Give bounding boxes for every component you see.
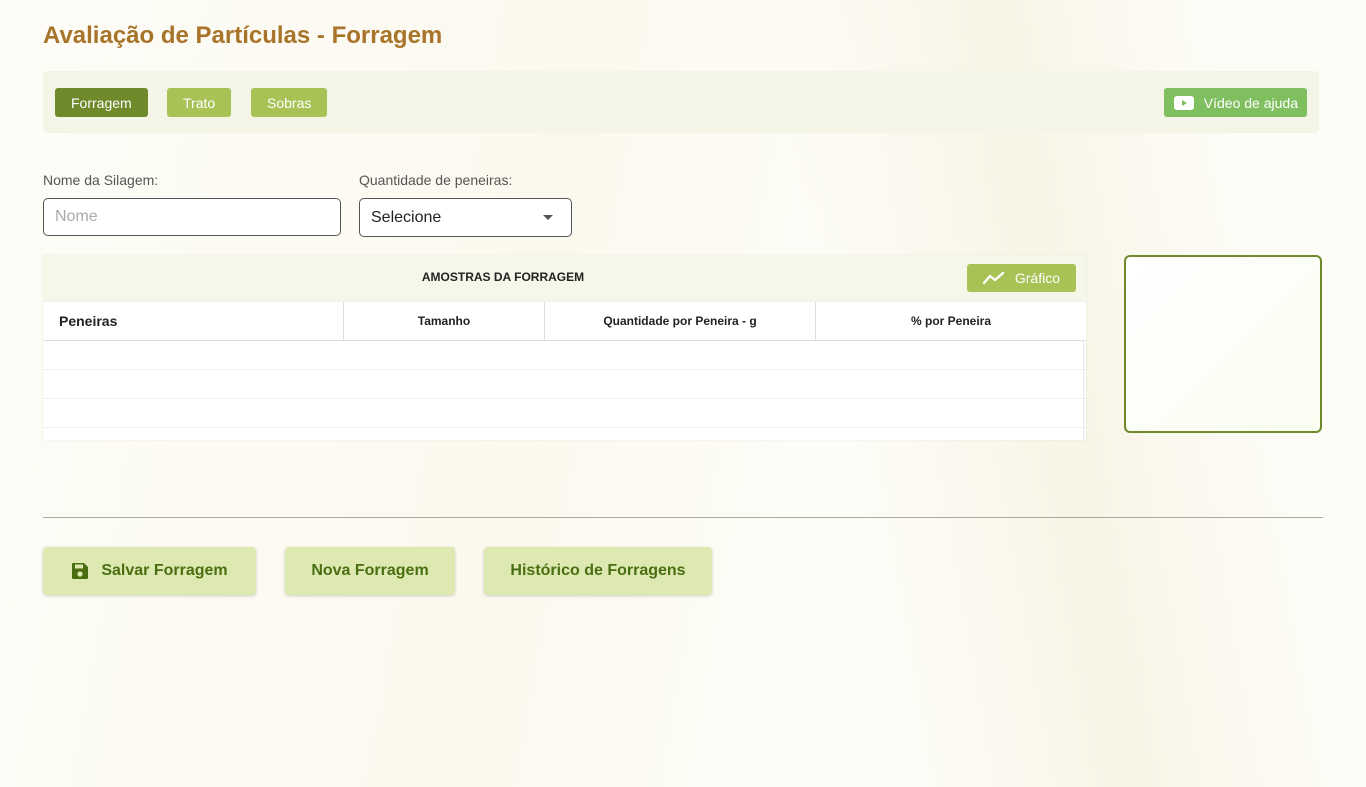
save-forage-label: Salvar Forragem bbox=[101, 562, 228, 579]
new-forage-button[interactable]: Nova Forragem bbox=[285, 547, 455, 595]
tab-trato[interactable]: Trato bbox=[167, 88, 232, 117]
column-header-peneiras: Peneiras bbox=[59, 313, 118, 329]
column-header-percentual: % por Peneira bbox=[815, 302, 1086, 340]
sieves-count-label: Quantidade de peneiras: bbox=[359, 172, 513, 188]
help-video-label: Vídeo de ajuda bbox=[1203, 94, 1298, 111]
chart-preview-panel bbox=[1124, 255, 1322, 433]
sieves-count-value: Selecione bbox=[371, 208, 442, 226]
samples-table-header: AMOSTRAS DA FORRAGEM Gráfico bbox=[43, 255, 1086, 301]
save-forage-button[interactable]: Salvar Forragem bbox=[43, 547, 256, 595]
section-divider bbox=[43, 517, 1323, 518]
chevron-down-icon bbox=[543, 215, 553, 220]
samples-table: AMOSTRAS DA FORRAGEM Gráfico Peneiras Ta… bbox=[43, 255, 1086, 440]
chart-button[interactable]: Gráfico bbox=[966, 264, 1076, 292]
tab-bar: Forragem Trato Sobras Vídeo de ajuda bbox=[43, 71, 1319, 133]
line-chart-icon bbox=[982, 271, 1005, 285]
page-title: Avaliação de Partículas - Forragem bbox=[43, 22, 443, 49]
youtube-icon bbox=[1173, 95, 1194, 110]
silage-name-input[interactable] bbox=[43, 198, 341, 236]
table-scroll-edge bbox=[1083, 341, 1084, 440]
table-row bbox=[43, 370, 1086, 399]
column-header-tamanho: Tamanho bbox=[343, 302, 544, 340]
table-row bbox=[43, 399, 1086, 428]
help-video-button[interactable]: Vídeo de ajuda bbox=[1163, 88, 1307, 117]
save-icon bbox=[72, 563, 89, 579]
table-column-headers: Peneiras Tamanho Quantidade por Peneira … bbox=[43, 301, 1086, 341]
samples-table-title: AMOSTRAS DA FORRAGEM bbox=[421, 270, 585, 284]
tab-forragem[interactable]: Forragem bbox=[55, 88, 148, 117]
sieves-count-select[interactable]: Selecione bbox=[359, 198, 572, 237]
table-row bbox=[43, 341, 1086, 370]
chart-button-label: Gráfico bbox=[1014, 270, 1060, 286]
tab-sobras[interactable]: Sobras bbox=[251, 88, 328, 117]
forage-history-button[interactable]: Histórico de Forragens bbox=[484, 547, 712, 595]
silage-name-label: Nome da Silagem: bbox=[43, 172, 159, 188]
column-header-quantidade: Quantidade por Peneira - g bbox=[544, 302, 815, 340]
